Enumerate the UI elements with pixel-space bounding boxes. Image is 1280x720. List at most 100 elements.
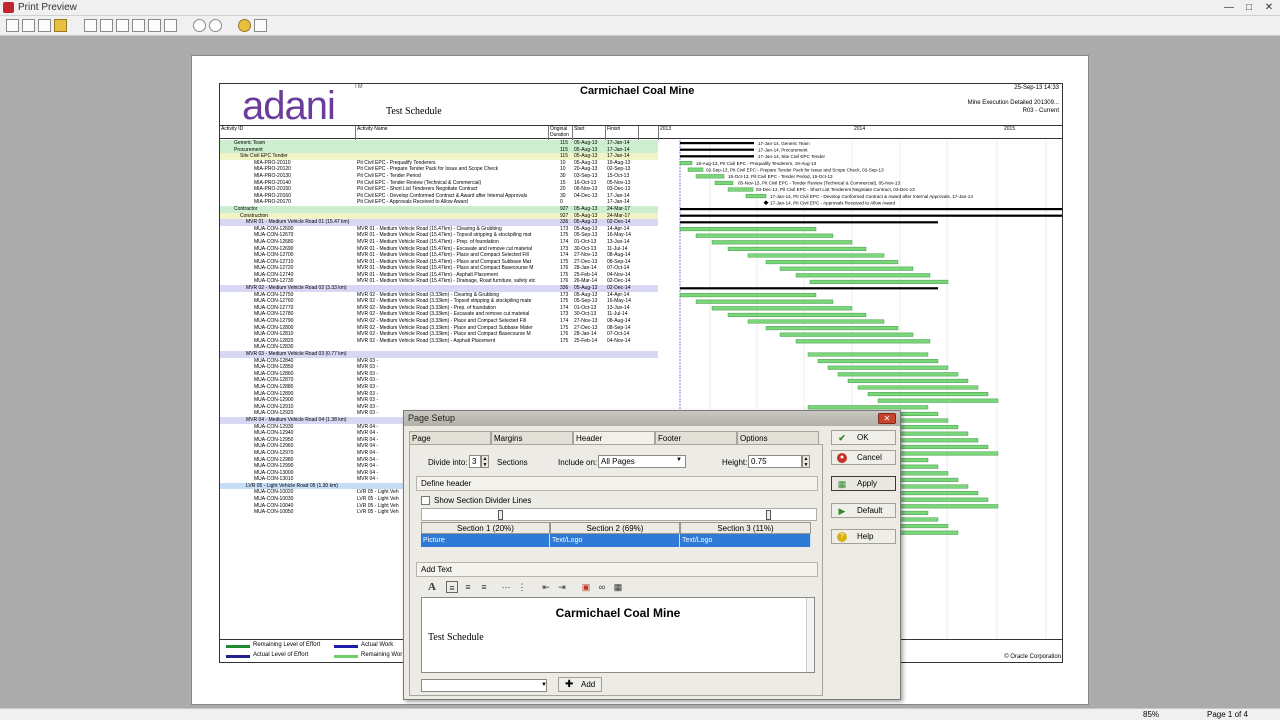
ok-button[interactable]: ✔ OK (831, 430, 896, 445)
activity-id-cell: MUA-CON-12690 (254, 245, 294, 252)
next-page-icon[interactable] (148, 19, 161, 32)
activity-id-cell: MUA-CON-12860 (254, 370, 294, 377)
activity-bar (837, 372, 959, 377)
zoom-out-icon[interactable] (209, 19, 222, 32)
gantt-bar-label: 17-Jan-14, Site Civil EPC Tender (758, 154, 826, 159)
previous-page-icon[interactable] (100, 19, 113, 32)
insert-picture-icon[interactable]: ▣ (580, 581, 592, 593)
last-page-icon[interactable] (164, 19, 177, 32)
publish-icon[interactable] (54, 19, 67, 32)
page-setup-icon[interactable] (6, 19, 19, 32)
section-divider-handle-2[interactable] (766, 510, 771, 520)
chevron-down-icon[interactable]: ▼ (676, 457, 682, 463)
height-input[interactable]: 0.75 (748, 455, 802, 468)
start-cell: 06-Nov-13 (574, 186, 598, 193)
plus-icon: ✚ (565, 679, 574, 690)
page-up-icon[interactable] (116, 19, 129, 32)
copy-icon[interactable] (22, 19, 35, 32)
activity-name-cell: MVR 01 - Medium Vehicle Road (15.47km) -… (357, 265, 534, 272)
start-cell: 27-Nov-13 (574, 318, 598, 325)
editor-scrollbar[interactable] (806, 598, 814, 672)
minimize-icon[interactable]: — (1220, 1, 1238, 14)
help-icon: ? (837, 532, 847, 542)
print-icon[interactable] (38, 19, 51, 32)
oracle-copyright: © Oracle Corporation (1004, 654, 1061, 660)
summary-bar (680, 148, 754, 151)
section-1-content[interactable]: Picture (421, 534, 550, 547)
start-cell: 05-Aug-13 (574, 140, 598, 146)
start-cell: 05-Aug-13 (574, 153, 598, 160)
field-select[interactable] (421, 679, 547, 692)
duration-cell: 173 (560, 225, 569, 232)
default-button[interactable]: ▶ Default (831, 503, 896, 518)
insert-table-icon[interactable]: ▦ (612, 581, 624, 593)
activity-name-cell: MVR 02 - Medium Vehicle Road (3.33km) - … (357, 298, 532, 305)
start-cell: 04-Dec-13 (574, 192, 598, 199)
first-page-icon[interactable] (84, 19, 97, 32)
tab-header[interactable]: Header (573, 431, 655, 444)
dialog-close-icon[interactable]: ✕ (878, 413, 896, 424)
gantt-bar-label: 17-Jan-14, Procurement (758, 148, 808, 153)
activity-bar (747, 319, 885, 324)
align-left-icon[interactable]: ≡ (446, 581, 458, 593)
decrease-indent-icon[interactable]: ⇤ (540, 581, 552, 593)
bullet-list-icon[interactable]: ⋯ (500, 581, 512, 593)
page-down-icon[interactable] (132, 19, 145, 32)
app-icon (3, 2, 14, 13)
tab-page[interactable]: Page (409, 431, 491, 444)
show-divider-checkbox[interactable] (421, 496, 430, 505)
section-3-content[interactable]: Text/Logo (680, 534, 811, 547)
increase-indent-icon[interactable]: ⇥ (556, 581, 568, 593)
divide-into-spinner[interactable]: ▲ ▼ (481, 455, 489, 468)
activity-name-cell: MVR 03 - (357, 410, 379, 417)
summary-bar (680, 208, 1062, 211)
include-on-select[interactable]: All Pages (598, 455, 686, 468)
table-row: MIA-PRO-20130 Pit Civil EPC - Tender Peri… (220, 173, 658, 180)
table-row: MUA-CON-12710 MVR 01 - Medium Vehicle Roa… (220, 259, 658, 266)
section-divider-handle-1[interactable] (498, 510, 503, 520)
table-row: MUA-CON-12800 MVR 02 - Medium Vehicle Roa… (220, 325, 658, 332)
col-divider (605, 126, 606, 140)
dialog-title: Page Setup (404, 411, 900, 426)
activity-bar (745, 194, 767, 199)
zoom-level: 85% (1143, 710, 1160, 719)
help-button[interactable]: ? Help (831, 529, 896, 544)
close-icon[interactable]: ✕ (1260, 1, 1278, 14)
chevron-down-icon[interactable]: ▼ (541, 682, 547, 688)
font-icon[interactable]: A (426, 581, 438, 593)
tab-margins[interactable]: Margins (491, 431, 573, 444)
finish-cell: 08-Aug-14 (607, 252, 631, 259)
activity-id-cell: MUA-CON-12960 (254, 443, 294, 450)
maximize-icon[interactable]: □ (1240, 1, 1258, 14)
col-divider (572, 126, 573, 140)
summary-bar (680, 214, 1062, 217)
preview-toolbar (0, 16, 1280, 36)
add-field-button[interactable]: ✚ Add (558, 677, 602, 692)
gantt-bar-label: 15-Oct-13, Pit Civil EPC - Tender Period… (728, 174, 833, 179)
numbered-list-icon[interactable]: ⋮ (516, 581, 528, 593)
tab-options[interactable]: Options (737, 431, 819, 444)
height-spinner[interactable]: ▲ ▼ (802, 455, 810, 468)
timescale-year-2015: 2015 (1004, 126, 1016, 132)
activity-id-cell: MUA-CON-10030 (254, 496, 294, 503)
activity-name-cell: LVR 05 - Light Veh (357, 496, 399, 503)
finish-cell: 17-Jan-14 (607, 199, 630, 206)
legend-actual-loe: Actual Level of Effort (253, 652, 309, 658)
help-icon[interactable] (238, 19, 251, 32)
align-center-icon[interactable]: ≡ (462, 581, 474, 593)
header-text-editor[interactable]: Carmichael Coal Mine Test Schedule (421, 597, 815, 673)
close-preview-icon[interactable] (254, 19, 267, 32)
finish-cell: 07-Oct-14 (607, 331, 630, 338)
activity-name-cell: LVR 05 - Light Veh (357, 509, 399, 516)
divide-into-input[interactable]: 3 (469, 455, 481, 468)
apply-button[interactable]: ▦ Apply (831, 476, 896, 491)
col-activity-name: Activity Name (357, 126, 388, 132)
insert-link-icon[interactable]: ∞ (596, 581, 608, 593)
legend-actual-work: Actual Work (361, 642, 394, 648)
cancel-button[interactable]: ● Cancel (831, 450, 896, 465)
tab-footer[interactable]: Footer (655, 431, 737, 444)
activity-id-cell: MUA-CON-12820 (254, 337, 294, 344)
section-2-content[interactable]: Text/Logo (550, 534, 680, 547)
zoom-in-icon[interactable] (193, 19, 206, 32)
align-right-icon[interactable]: ≡ (478, 581, 490, 593)
